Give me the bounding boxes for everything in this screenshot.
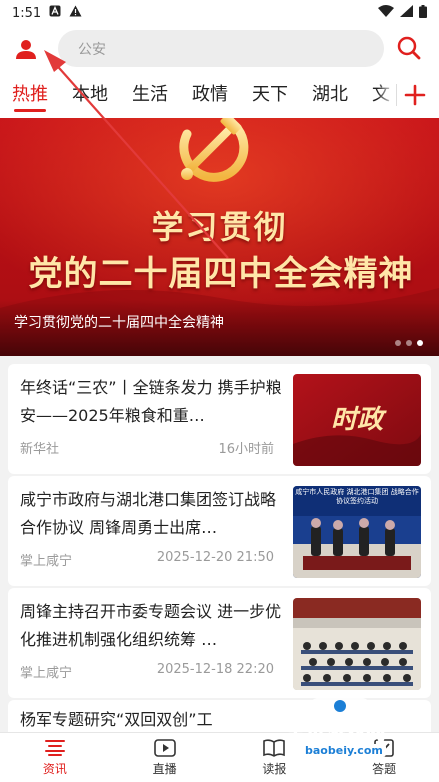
wifi-icon xyxy=(378,5,394,21)
carousel-indicator xyxy=(395,340,423,346)
news-title: 周锋主持召开市委专题会议 进一步优化推进机制强化组织统筹 … xyxy=(20,602,282,649)
nav-news[interactable]: 资讯 xyxy=(0,733,110,782)
site-watermark: 宝贝游戏网 baobeiy.com xyxy=(270,696,420,776)
tabs-fade xyxy=(377,80,395,110)
carousel-dot xyxy=(395,340,401,346)
news-card[interactable]: 周锋主持召开市委专题会议 进一步优化推进机制强化组织统筹 … 掌上咸宁 2025… xyxy=(8,588,431,698)
news-title: 杨军专题研究“双回双创”工 xyxy=(20,710,213,729)
news-time: 2025-12-20 21:50 xyxy=(156,550,274,565)
top-bar: 公安 xyxy=(0,26,439,72)
search-button[interactable] xyxy=(395,34,423,62)
tab-politics[interactable]: 政情 xyxy=(180,72,240,118)
battery-icon xyxy=(419,4,427,22)
tabs-divider xyxy=(396,84,397,106)
status-time: 1:51 xyxy=(12,5,42,21)
banner-headline-line1: 学习贯彻 xyxy=(151,208,288,246)
banner-headline-line2: 党的二十届四中全会精神 xyxy=(28,254,414,294)
user-icon xyxy=(16,40,36,59)
signal-icon xyxy=(400,5,413,21)
warning-icon xyxy=(69,5,82,21)
status-bar: 1:51 xyxy=(0,0,439,26)
news-icon xyxy=(44,739,65,756)
news-title: 咸宁市政府与湖北港口集团签订战略合作协议 周锋周勇士出席… xyxy=(20,490,277,537)
search-input[interactable]: 公安 xyxy=(58,30,384,67)
plus-icon xyxy=(404,84,426,106)
search-icon xyxy=(397,36,421,60)
news-thumbnail xyxy=(293,598,421,690)
news-time: 2025-12-18 22:20 xyxy=(156,662,274,677)
tab-hot[interactable]: 热推 xyxy=(0,72,60,118)
channel-tabs-scroll: 热推 本地 生活 政情 天下 湖北 文 xyxy=(0,72,392,118)
news-title: 年终话“三农”丨全链条发力 携手护粮安——2025年粮食和重… xyxy=(20,378,282,425)
thumb-banner-text: 咸宁市人民政府 湖北港口集团 战略合作协议签约活动 xyxy=(295,488,419,505)
news-source: 新华社 xyxy=(20,442,60,457)
play-icon xyxy=(153,738,176,757)
nav-label: 资讯 xyxy=(42,761,67,776)
news-thumbnail: 咸宁市人民政府 湖北港口集团 战略合作协议签约活动 xyxy=(293,486,421,578)
news-time: 16小时前 xyxy=(218,442,274,457)
nav-label: 直播 xyxy=(152,761,177,776)
carousel-dot-active xyxy=(417,340,423,346)
watermark-url: baobeiy.com xyxy=(302,744,386,757)
carousel-dot xyxy=(406,340,412,346)
news-thumbnail: 时政 xyxy=(293,374,421,466)
watermark-text: 宝贝游戏网 xyxy=(285,722,387,745)
news-source: 掌上咸宁 xyxy=(20,666,73,681)
news-source: 掌上咸宁 xyxy=(20,554,73,569)
search-placeholder: 公安 xyxy=(78,41,106,58)
banner-caption: 学习贯彻党的二十届四中全会精神 xyxy=(14,315,224,331)
add-channel-button[interactable] xyxy=(401,79,429,111)
tab-local[interactable]: 本地 xyxy=(60,72,120,118)
channel-tabs: 热推 本地 生活 政情 天下 湖北 文 xyxy=(0,72,439,118)
tab-life[interactable]: 生活 xyxy=(120,72,180,118)
tab-hubei[interactable]: 湖北 xyxy=(300,72,360,118)
tab-world[interactable]: 天下 xyxy=(240,72,300,118)
nav-live[interactable]: 直播 xyxy=(110,733,220,782)
news-card[interactable]: 年终话“三农”丨全链条发力 携手护粮安——2025年粮食和重… 新华社 16小时… xyxy=(8,364,431,474)
user-profile-button[interactable] xyxy=(11,34,41,64)
notification-a-icon xyxy=(49,5,61,21)
news-card[interactable]: 咸宁市政府与湖北港口集团签订战略合作协议 周锋周勇士出席… 掌上咸宁 2025-… xyxy=(8,476,431,586)
thumb-label: 时政 xyxy=(331,405,387,435)
banner-carousel[interactable]: 学习贯彻 党的二十届四中全会精神 学习贯彻党的二十届四中全会精神 xyxy=(0,118,439,356)
